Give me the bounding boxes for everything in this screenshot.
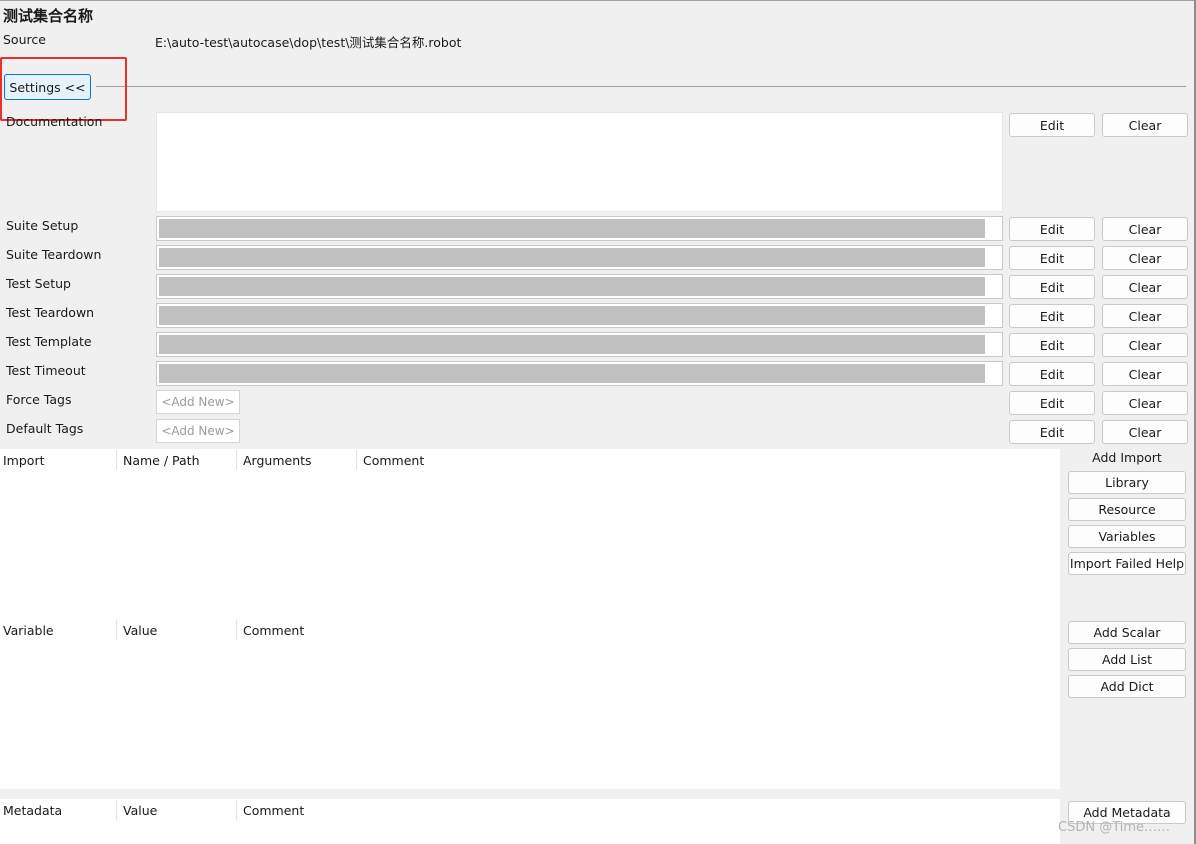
add-resource-button[interactable]: Resource	[1068, 498, 1186, 521]
source-label: Source	[3, 32, 46, 47]
documentation-edit-button[interactable]: Edit	[1009, 113, 1095, 137]
test-teardown-label: Test Teardown	[6, 305, 95, 320]
default-tags-add-new[interactable]: <Add New>	[156, 419, 240, 443]
metadata-col-header[interactable]: Metadata	[0, 799, 62, 821]
test-template-value	[159, 335, 985, 354]
column-divider	[116, 620, 117, 640]
test-template-edit-button[interactable]: Edit	[1009, 333, 1095, 357]
column-divider	[236, 450, 237, 470]
suite-setup-clear-button[interactable]: Clear	[1102, 217, 1188, 241]
test-setup-clear-button[interactable]: Clear	[1102, 275, 1188, 299]
test-template-clear-button[interactable]: Clear	[1102, 333, 1188, 357]
suite-setup-field[interactable]	[156, 216, 1003, 241]
column-divider	[236, 800, 237, 820]
test-setup-label: Test Setup	[6, 276, 71, 291]
import-failed-help-button[interactable]: Import Failed Help	[1068, 552, 1186, 575]
default-tags-clear-button[interactable]: Clear	[1102, 420, 1188, 444]
suite-teardown-label: Suite Teardown	[6, 247, 102, 262]
suite-setup-edit-button[interactable]: Edit	[1009, 217, 1095, 241]
documentation-clear-button[interactable]: Clear	[1102, 113, 1188, 137]
suite-title: 测试集合名称	[3, 7, 94, 25]
add-dict-button[interactable]: Add Dict	[1068, 675, 1186, 698]
test-timeout-clear-button[interactable]: Clear	[1102, 362, 1188, 386]
suite-teardown-value	[159, 248, 985, 267]
import-table[interactable]: Import Name / Path Arguments Comment	[0, 449, 1060, 619]
import-comment-col-header[interactable]: Comment	[360, 449, 424, 471]
metadata-comment-col-header[interactable]: Comment	[240, 799, 304, 821]
suite-teardown-edit-button[interactable]: Edit	[1009, 246, 1095, 270]
metadata-table[interactable]: Metadata Value Comment	[0, 799, 1060, 844]
force-tags-add-new[interactable]: <Add New>	[156, 390, 240, 414]
test-setup-edit-button[interactable]: Edit	[1009, 275, 1095, 299]
source-path: E:\auto-test\autocase\dop\test\测试集合名称.ro…	[155, 35, 462, 50]
force-tags-label: Force Tags	[6, 392, 72, 407]
column-divider	[236, 620, 237, 640]
test-template-label: Test Template	[6, 334, 92, 349]
variable-value-col-header[interactable]: Value	[120, 619, 157, 641]
test-timeout-label: Test Timeout	[6, 363, 86, 378]
variable-table[interactable]: Variable Value Comment	[0, 619, 1060, 789]
add-list-button[interactable]: Add List	[1068, 648, 1186, 671]
default-tags-label: Default Tags	[6, 421, 84, 436]
column-divider	[356, 450, 357, 470]
test-timeout-value	[159, 364, 985, 383]
test-teardown-field[interactable]	[156, 303, 1003, 328]
suite-setup-label: Suite Setup	[6, 218, 79, 233]
watermark-text: CSDN @Time……	[1058, 820, 1171, 835]
variable-comment-col-header[interactable]: Comment	[240, 619, 304, 641]
window-top-border	[0, 0, 1196, 1]
force-tags-clear-button[interactable]: Clear	[1102, 391, 1188, 415]
add-variables-button[interactable]: Variables	[1068, 525, 1186, 548]
add-scalar-button[interactable]: Add Scalar	[1068, 621, 1186, 644]
settings-separator	[96, 86, 1186, 87]
variable-col-header[interactable]: Variable	[0, 619, 54, 641]
test-template-field[interactable]	[156, 332, 1003, 357]
metadata-value-col-header[interactable]: Value	[120, 799, 157, 821]
suite-setup-value	[159, 219, 985, 238]
import-arguments-col-header[interactable]: Arguments	[240, 449, 312, 471]
documentation-label: Documentation	[6, 114, 103, 129]
documentation-field[interactable]	[156, 112, 1003, 212]
import-name-path-col-header[interactable]: Name / Path	[120, 449, 200, 471]
import-col-header[interactable]: Import	[0, 449, 45, 471]
test-setup-value	[159, 277, 985, 296]
test-timeout-field[interactable]	[156, 361, 1003, 386]
test-teardown-edit-button[interactable]: Edit	[1009, 304, 1095, 328]
highlight-annotation-box	[0, 57, 127, 121]
test-timeout-edit-button[interactable]: Edit	[1009, 362, 1095, 386]
default-tags-edit-button[interactable]: Edit	[1009, 420, 1095, 444]
suite-teardown-field[interactable]	[156, 245, 1003, 270]
add-import-title: Add Import	[1092, 450, 1162, 465]
suite-teardown-clear-button[interactable]: Clear	[1102, 246, 1188, 270]
column-divider	[116, 450, 117, 470]
test-setup-field[interactable]	[156, 274, 1003, 299]
add-library-button[interactable]: Library	[1068, 471, 1186, 494]
force-tags-edit-button[interactable]: Edit	[1009, 391, 1095, 415]
column-divider	[116, 800, 117, 820]
test-teardown-value	[159, 306, 985, 325]
test-teardown-clear-button[interactable]: Clear	[1102, 304, 1188, 328]
